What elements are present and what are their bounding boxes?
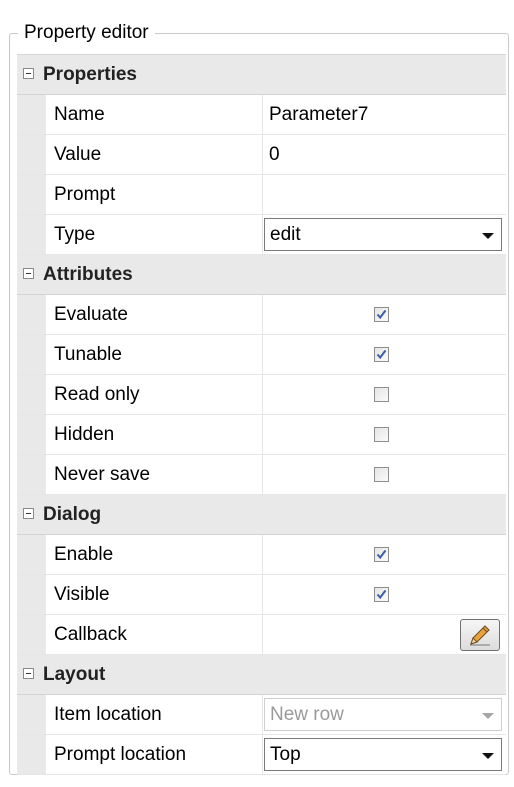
collapse-icon[interactable] [23,668,34,679]
property-row-name[interactable]: Name Parameter7 [17,95,506,135]
property-name: Value [54,144,102,165]
checkmark-icon [376,589,387,600]
checkmark-icon [376,349,387,360]
pencil-icon [470,625,490,646]
property-row-visible[interactable]: Visible [17,575,506,615]
property-row-value[interactable]: Value 0 [17,135,506,175]
property-name: Type [54,224,96,245]
property-row-type[interactable]: Type edit [17,215,506,255]
property-row-never-save[interactable]: Never save [17,455,506,495]
hidden-checkbox[interactable] [374,427,389,442]
category-layout[interactable]: Layout [17,655,506,695]
property-row-enable[interactable]: Enable [17,535,506,575]
never-save-checkbox[interactable] [374,467,389,482]
property-row-item-location[interactable]: Item location New row [17,695,506,735]
name-value-field[interactable]: Parameter7 [269,95,368,135]
chevron-down-icon[interactable] [482,753,494,759]
category-attributes[interactable]: Attributes [17,255,506,295]
property-grid: Properties Name Parameter7 Value 0 Promp… [17,54,506,775]
property-name: Item location [54,704,162,725]
property-name: Visible [54,584,110,605]
visible-checkbox[interactable] [374,587,389,602]
enable-checkbox[interactable] [374,547,389,562]
category-label: Attributes [43,264,133,285]
property-name: Never save [54,464,151,485]
collapse-icon[interactable] [23,508,34,519]
prompt-location-value: Top [270,744,301,765]
tunable-checkbox[interactable] [374,347,389,362]
property-name: Tunable [54,344,122,365]
item-location-select[interactable]: New row [264,698,502,731]
property-name: Read only [54,384,140,405]
category-label: Properties [43,64,137,85]
property-row-prompt-location[interactable]: Prompt location Top [17,735,506,775]
checkmark-icon [376,309,387,320]
property-row-evaluate[interactable]: Evaluate [17,295,506,335]
chevron-down-icon [482,713,494,719]
category-dialog[interactable]: Dialog [17,495,506,535]
property-row-hidden[interactable]: Hidden [17,415,506,455]
property-name: Prompt [54,184,116,205]
category-label: Dialog [43,504,102,525]
property-name: Hidden [54,424,115,445]
property-name: Enable [54,544,114,565]
type-select[interactable]: edit [264,218,502,251]
collapse-icon[interactable] [23,268,34,279]
property-name: Callback [54,624,127,645]
value-field[interactable]: 0 [269,135,280,175]
edit-callback-button[interactable] [460,619,500,651]
property-row-prompt[interactable]: Prompt [17,175,506,215]
type-select-value: edit [270,224,301,245]
panel-title: Property editor [18,21,155,45]
category-label: Layout [43,664,106,685]
chevron-down-icon[interactable] [482,233,494,239]
collapse-icon[interactable] [23,68,34,79]
property-name: Evaluate [54,304,128,325]
item-location-value: New row [270,704,344,725]
category-properties[interactable]: Properties [17,55,506,95]
property-row-read-only[interactable]: Read only [17,375,506,415]
property-row-callback[interactable]: Callback [17,615,506,655]
checkmark-icon [376,549,387,560]
prompt-location-select[interactable]: Top [264,738,502,771]
read-only-checkbox[interactable] [374,387,389,402]
property-name: Name [54,104,105,125]
evaluate-checkbox[interactable] [374,307,389,322]
property-row-tunable[interactable]: Tunable [17,335,506,375]
property-name: Prompt location [54,744,187,765]
